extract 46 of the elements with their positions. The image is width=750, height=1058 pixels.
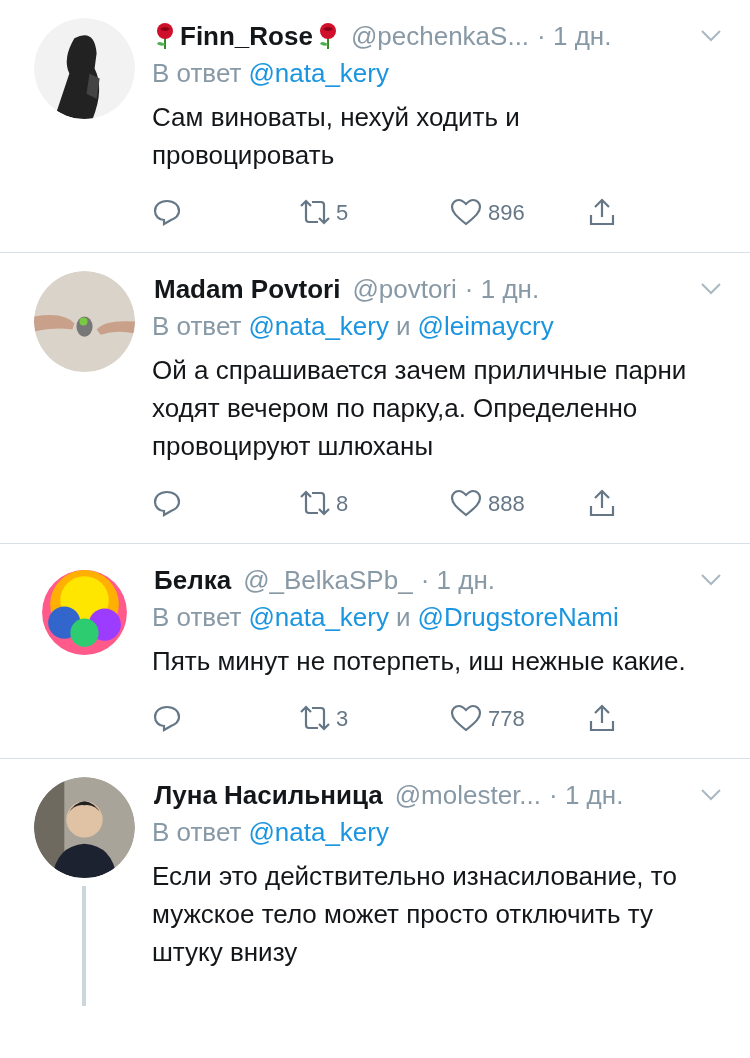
reply-label: и <box>395 601 411 634</box>
share-icon[interactable] <box>588 197 616 227</box>
tweet-text: Если это действительно изнасилование, то мужское тело может просто отключить ту штуку внизу <box>152 860 678 969</box>
mention-link[interactable]: @nata_kery <box>248 813 389 851</box>
share-icon[interactable] <box>588 703 616 733</box>
user-handle: @povtori <box>352 273 457 306</box>
reply-icon[interactable] <box>152 488 182 518</box>
retweet-count: 8 <box>336 489 349 518</box>
like-count: 896 <box>488 198 525 227</box>
reply-label: В ответ <box>152 601 242 634</box>
tweet-time: · 1 дн. <box>420 564 495 597</box>
reply-label: В ответ <box>152 816 242 849</box>
like-count: 778 <box>488 704 525 733</box>
mention-link[interactable]: @nata_kery <box>248 54 389 92</box>
tweet-time: · 1 дн. <box>537 20 612 53</box>
heart-icon[interactable] <box>450 704 482 732</box>
mention-link[interactable]: @nata_kery <box>248 307 389 345</box>
tweet-text: Ой а спрашивается зачем приличные парни ходят вечером по парку,а. Определенно провоцируют шлюханы <box>152 354 688 463</box>
tweet-time: · 1 дн. <box>549 779 624 812</box>
retweet-count: 5 <box>336 198 349 227</box>
reply-label: В ответ <box>152 310 242 343</box>
user-handle: @molester... <box>394 779 542 812</box>
mention-link[interactable]: @DrugstoreNami <box>417 598 619 636</box>
display-name[interactable]: Луна Насильница <box>154 777 383 813</box>
mention-link[interactable]: @nata_kery <box>248 598 389 636</box>
reply-icon[interactable] <box>152 703 182 733</box>
display-name[interactable]: Белка <box>154 562 232 598</box>
like-count: 888 <box>488 489 525 518</box>
user-handle: @pechenkaS... <box>350 20 530 53</box>
reply-label: В ответ <box>152 57 242 90</box>
user-handle: @_BelkaSPb_ <box>243 564 413 597</box>
display-name[interactable]: Finn_Rose <box>180 18 313 54</box>
retweet-icon[interactable] <box>298 490 332 516</box>
tweet-text: Сам виноваты, нехуй ходить и провоцировать <box>152 101 521 172</box>
retweet-count: 3 <box>336 704 349 733</box>
reply-icon[interactable] <box>152 197 182 227</box>
display-name[interactable]: Madam Povtori <box>154 271 341 307</box>
share-icon[interactable] <box>588 488 616 518</box>
mention-link[interactable]: @leimaycry <box>417 307 554 345</box>
reply-label: и <box>395 310 411 343</box>
retweet-icon[interactable] <box>298 199 332 225</box>
heart-icon[interactable] <box>450 489 482 517</box>
tweet-text: Пять минут не потерпеть, иш нежные какие. <box>152 645 687 678</box>
retweet-icon[interactable] <box>298 705 332 731</box>
heart-icon[interactable] <box>450 198 482 226</box>
tweet-time: · 1 дн. <box>464 273 540 306</box>
